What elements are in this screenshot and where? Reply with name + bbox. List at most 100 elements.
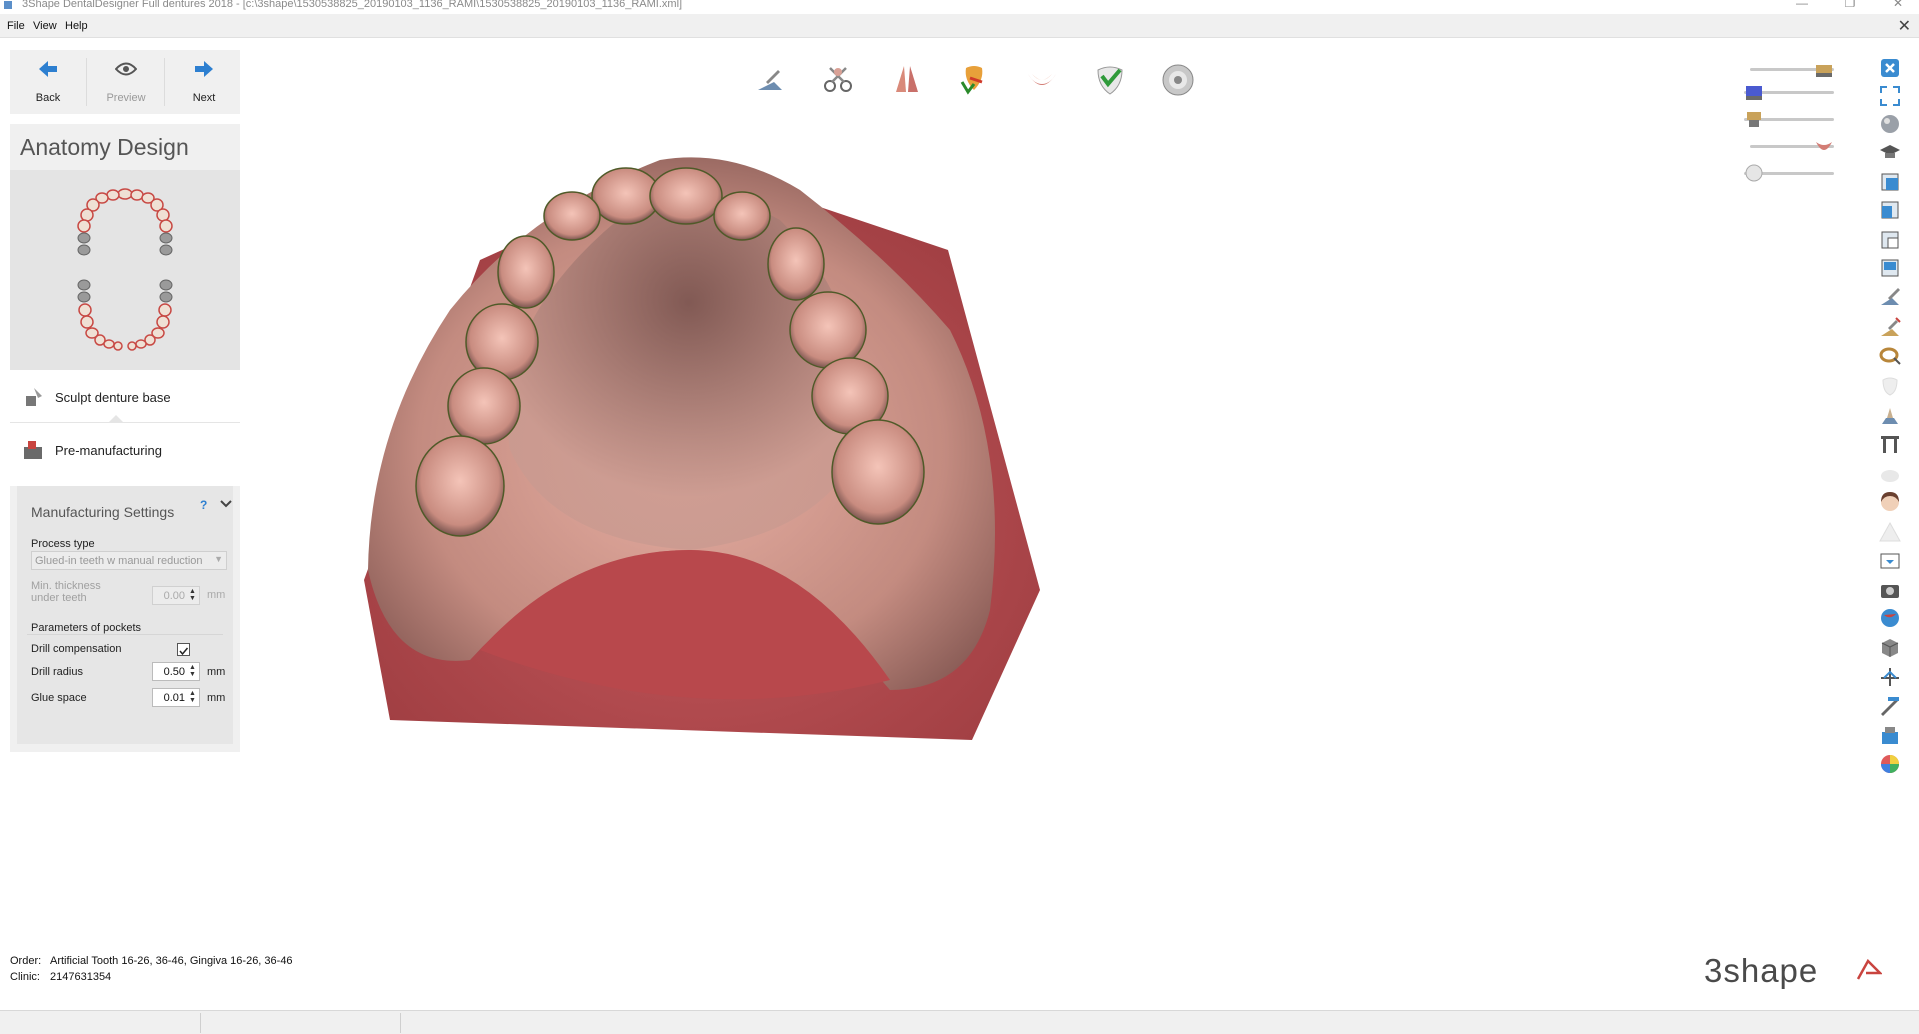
app-icon	[4, 1, 12, 9]
order-value: Artificial Tooth 16-26, 36-46, Gingiva 1…	[50, 955, 293, 967]
carve-tool[interactable]	[752, 62, 788, 98]
manufacturing-settings: Manufacturing Settings ? Process type Gl…	[10, 486, 240, 752]
order-label: Order:	[10, 955, 42, 967]
next-button[interactable]: Next	[166, 50, 242, 114]
fit-view-icon	[1880, 86, 1900, 106]
gingiva-slider-icon[interactable]	[1814, 136, 1834, 156]
scissors-tool[interactable]	[820, 62, 856, 98]
menu-view[interactable]: View	[33, 20, 57, 32]
min-thickness-value: 0.00	[163, 590, 185, 602]
color-wheel-button[interactable]	[1878, 752, 1902, 776]
knife-up-icon	[1881, 317, 1901, 336]
stage-button[interactable]	[1878, 404, 1902, 428]
crown-faded-button[interactable]	[1878, 462, 1902, 486]
axis-icon	[1881, 668, 1899, 686]
teeth-icon[interactable]	[1744, 109, 1764, 129]
globe-icon	[1881, 609, 1899, 627]
disc-tool[interactable]	[1160, 62, 1196, 98]
knife-up-button[interactable]	[1878, 316, 1902, 340]
cube-side-button[interactable]	[1878, 198, 1902, 222]
ring-icon	[1879, 347, 1901, 365]
spinner-icon[interactable]: ▲ ▼	[187, 690, 198, 705]
status-divider	[400, 1013, 401, 1033]
ring-button[interactable]	[1878, 344, 1902, 368]
gingiva-slider[interactable]	[1750, 136, 1834, 156]
pen-icon	[1881, 697, 1899, 716]
checkmark-icon	[179, 647, 189, 656]
cube-back-button[interactable]	[1878, 228, 1902, 252]
camera-icon	[1881, 585, 1899, 598]
process-type-value: Glued-in teeth w manual reduction	[35, 555, 203, 567]
order-info: Order: Artificial Tooth 16-26, 36-46, Gin…	[10, 955, 293, 987]
lower-model-slider[interactable]	[1744, 82, 1834, 102]
sphere-view-button[interactable]	[1878, 112, 1902, 136]
globe-button[interactable]	[1878, 606, 1902, 630]
tooth-faded-button[interactable]	[1878, 374, 1902, 398]
upper-model-slider[interactable]	[1750, 59, 1834, 79]
back-button[interactable]: Back	[10, 50, 86, 114]
manufacturing-settings-header[interactable]: Manufacturing Settings	[31, 504, 174, 520]
tooth-check-icon	[1097, 66, 1123, 95]
close-window-button[interactable]: ✕	[1883, 0, 1913, 9]
tooth-library-icon[interactable]	[1744, 163, 1764, 183]
preview-label: Preview	[106, 92, 146, 104]
menu-file[interactable]: File	[7, 20, 25, 32]
chevron-down-icon: ▼	[214, 554, 223, 564]
spinner-icon[interactable]: ▲ ▼	[187, 664, 198, 679]
nav-divider	[164, 58, 165, 106]
panel-button[interactable]	[1878, 432, 1902, 456]
step-sculpt-denture-base[interactable]: Sculpt denture base	[10, 370, 240, 423]
cube-top-button[interactable]	[1878, 256, 1902, 280]
3d-viewport[interactable]	[330, 150, 1370, 920]
fit-view-button[interactable]	[1878, 84, 1902, 108]
close-view-button[interactable]	[1878, 56, 1902, 80]
help-icon[interactable]: ?	[200, 498, 207, 512]
tooth-arrow-tool[interactable]	[956, 62, 992, 98]
color-wheel-icon	[1881, 755, 1899, 773]
min-thickness-input[interactable]: 0.00 ▲ ▼	[152, 586, 200, 605]
step-label: Sculpt denture base	[55, 390, 171, 405]
chevron-down-icon[interactable]	[220, 500, 232, 508]
next-label: Next	[192, 92, 216, 104]
cube-front-button[interactable]	[1878, 170, 1902, 194]
process-type-label: Process type	[31, 538, 95, 550]
upper-model-icon[interactable]	[1814, 59, 1834, 79]
tooth-split-tool[interactable]	[888, 62, 924, 98]
cap-icon	[1880, 145, 1900, 158]
pen-button[interactable]	[1878, 694, 1902, 718]
step-label: Pre-manufacturing	[55, 443, 162, 458]
process-type-select[interactable]: Glued-in teeth w manual reduction ▼	[31, 551, 227, 570]
cap-button[interactable]	[1878, 140, 1902, 164]
minimize-button[interactable]: —	[1787, 0, 1817, 9]
drill-compensation-checkbox[interactable]	[177, 643, 190, 656]
unit-label: mm	[207, 692, 226, 704]
camera-button[interactable]	[1878, 578, 1902, 602]
face-button[interactable]	[1878, 490, 1902, 514]
tooth-chart[interactable]	[10, 170, 240, 370]
maximize-button[interactable]: ❐	[1835, 0, 1865, 9]
axis-button[interactable]	[1878, 664, 1902, 688]
drill-radius-input[interactable]: 0.50 ▲ ▼	[152, 662, 200, 681]
denture-model[interactable]	[330, 150, 1370, 920]
teeth-slider[interactable]	[1744, 109, 1834, 129]
lower-model-icon[interactable]	[1744, 82, 1764, 102]
menu-help[interactable]: Help	[65, 20, 88, 32]
min-thickness-label: Min. thickness under teeth	[31, 580, 101, 604]
status-divider	[200, 1013, 201, 1033]
preview-button[interactable]: Preview	[88, 50, 164, 114]
logo-text: 3shape	[1704, 952, 1819, 989]
tooth-library-slider[interactable]	[1744, 163, 1834, 183]
page-title: Anatomy Design	[10, 124, 240, 170]
gingiva-tool[interactable]	[1024, 62, 1060, 98]
tooth-check-tool[interactable]	[1092, 62, 1128, 98]
close-document-button[interactable]: ✕	[1898, 16, 1911, 36]
glue-space-input[interactable]: 0.01 ▲ ▼	[152, 688, 200, 707]
step-pre-manufacturing[interactable]: Pre-manufacturing	[10, 415, 240, 476]
scanner-button[interactable]	[1878, 724, 1902, 748]
knife-button[interactable]	[1878, 286, 1902, 310]
box-button[interactable]	[1878, 636, 1902, 660]
min-thickness-label-line2: under teeth	[31, 592, 87, 604]
spinner-icon[interactable]: ▲ ▼	[187, 588, 198, 603]
warning-button[interactable]	[1878, 520, 1902, 544]
screen-button[interactable]	[1878, 550, 1902, 574]
